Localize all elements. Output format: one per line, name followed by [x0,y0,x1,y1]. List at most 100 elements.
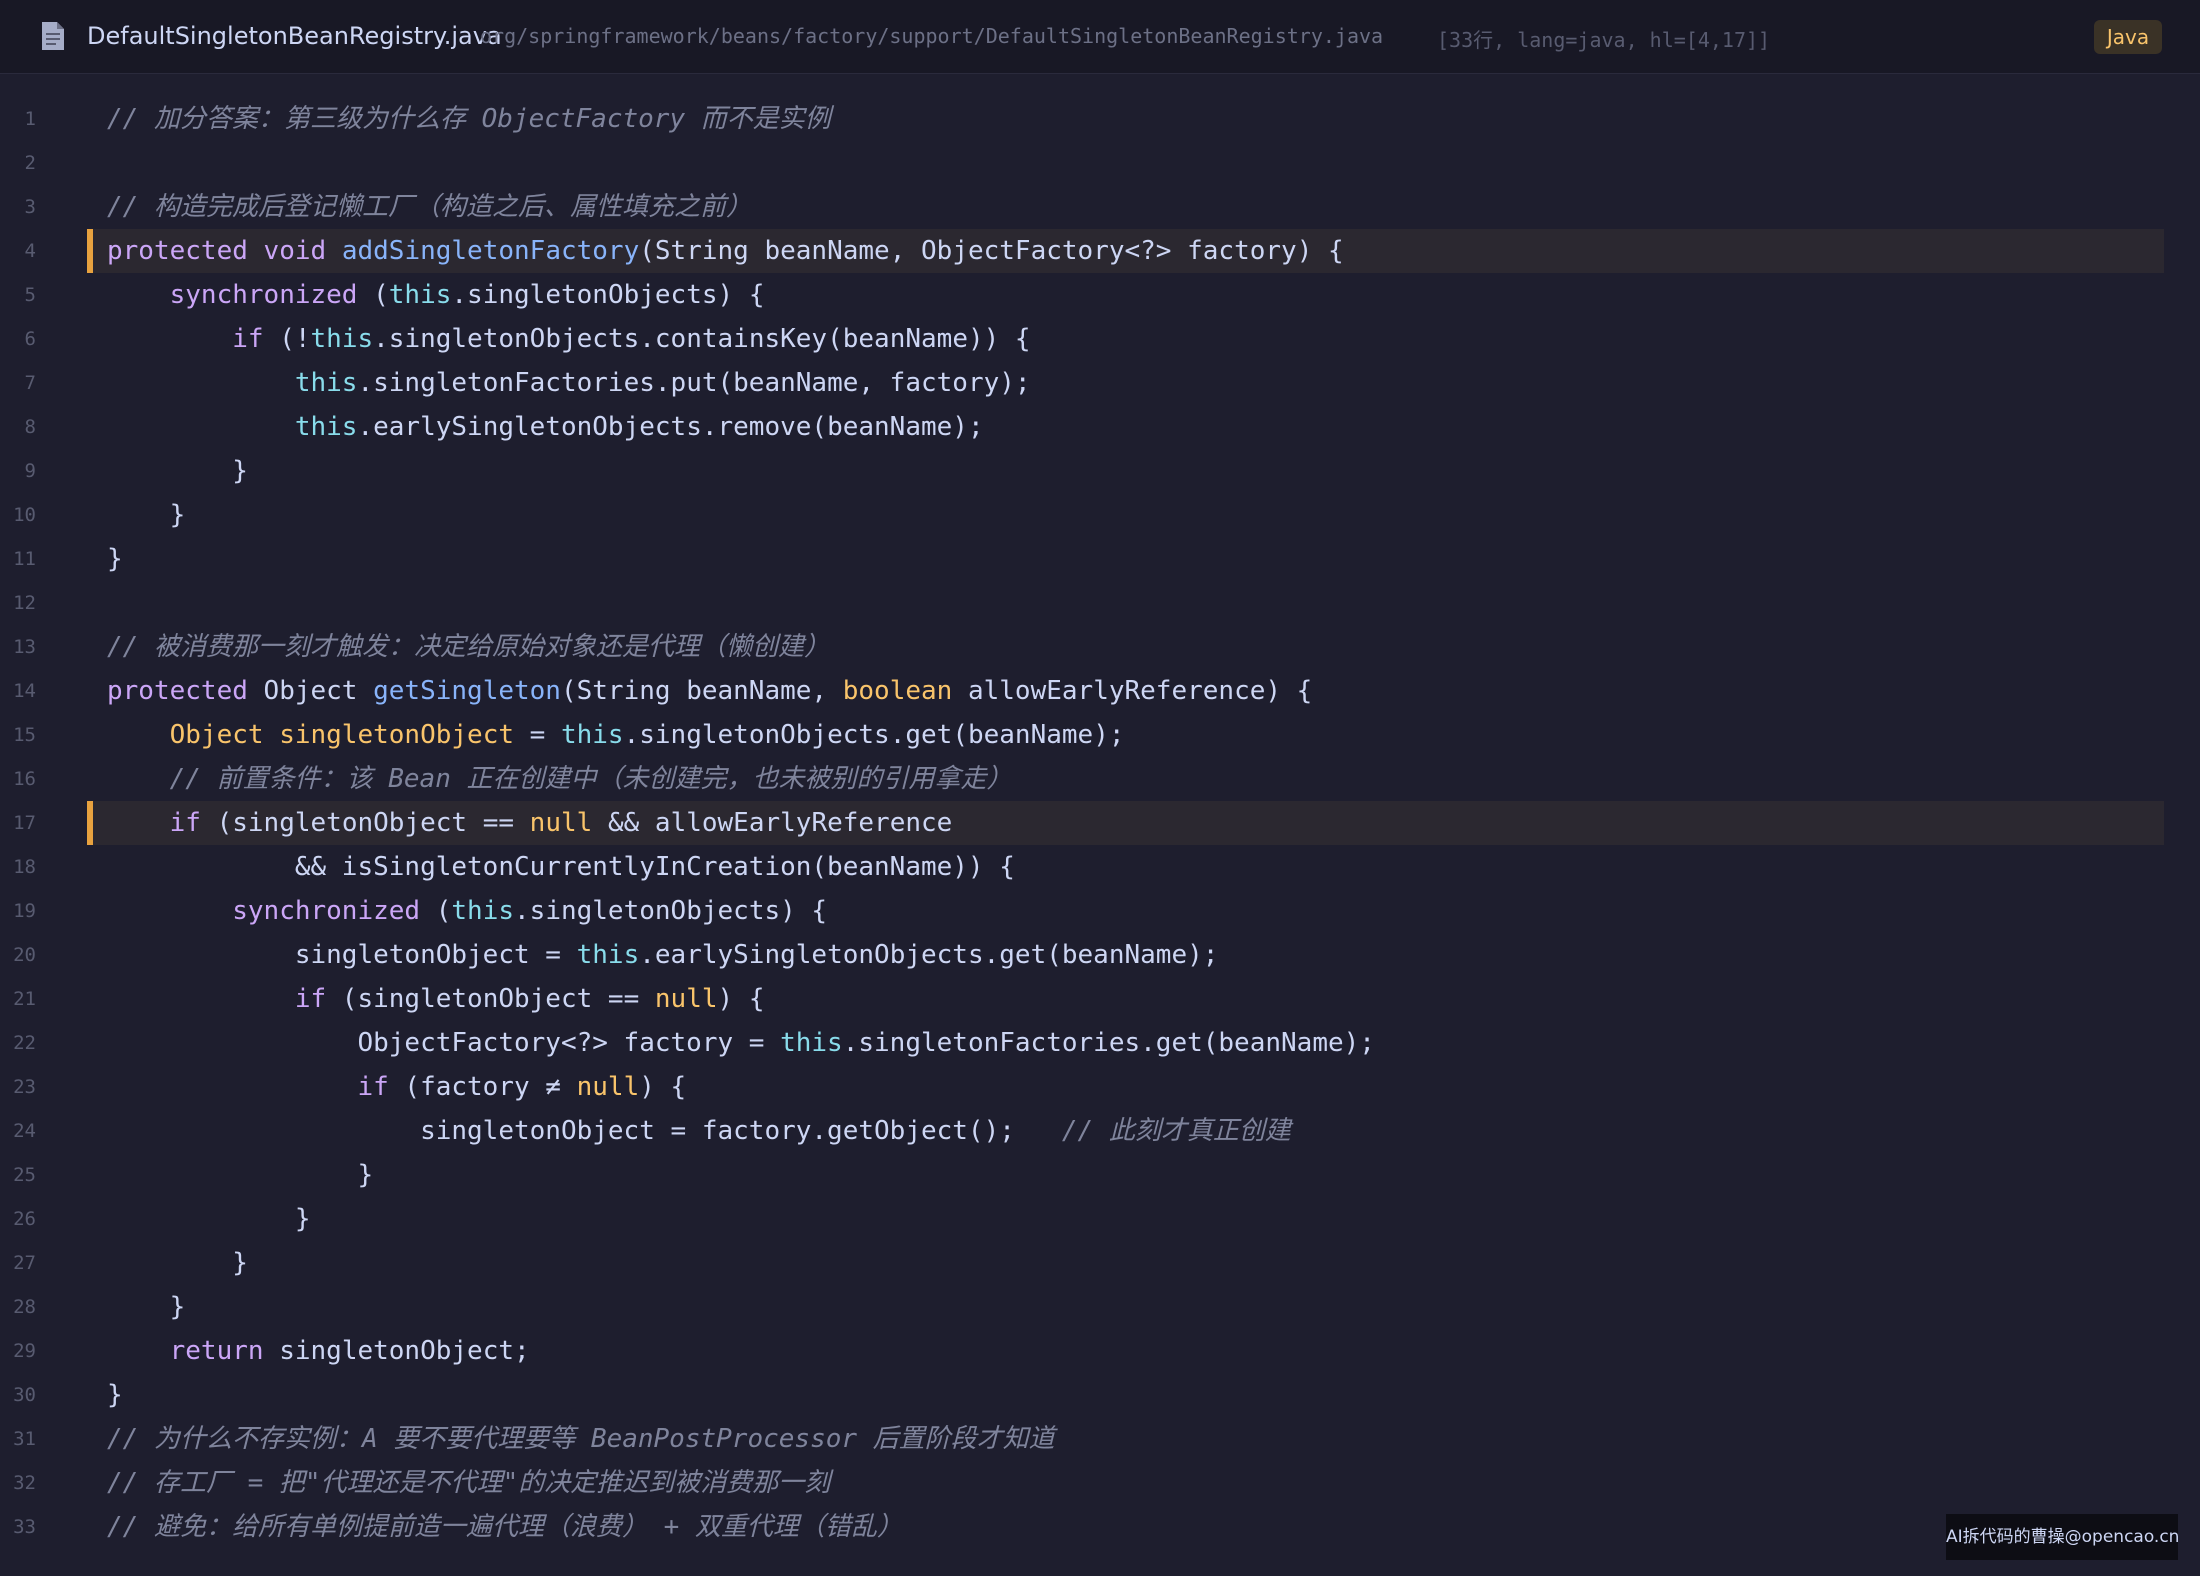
code-line: 17 if (singletonObject == null && allowE… [0,801,2200,845]
code-line: 18 && isSingletonCurrentlyInCreation(bea… [0,845,2200,889]
code-token: && isSingletonCurrentlyInCreation(beanNa… [107,852,1015,882]
code-text: // 避免：给所有单例提前造一遍代理（浪费） + 双重代理（错乱） [107,1505,903,1549]
code-token: this [294,412,358,442]
line-number: 27 [13,1252,36,1274]
code-token: // 存工厂 = 把"代理还是不代理"的决定推迟到被消费那一刻 [107,1468,831,1498]
code-line: 11} [0,537,2200,581]
code-line: 13 // 被消费那一刻才触发：决定给原始对象还是代理（懒创建） [0,625,2200,669]
code-token: this [388,280,452,310]
code-line: 5 synchronized (this.singletonObjects) { [0,273,2200,317]
code-token: ) { [639,1072,687,1102]
line-number: 23 [13,1076,36,1098]
code-token: // 避免：给所有单例提前造一遍代理（浪费） + 双重代理（错乱） [107,1512,903,1542]
line-number: 22 [13,1032,36,1054]
code-line: 7 this.singletonFactories.put(beanName, … [0,361,2200,405]
line-number: 16 [13,768,36,790]
code-line: 15 Object singletonObject = this.singlet… [0,713,2200,757]
code-token: null [654,984,718,1014]
code-token: .singletonObjects.get(beanName); [623,720,1125,750]
line-number: 32 [13,1472,36,1494]
code-text: if (!this.singletonObjects.containsKey(b… [107,317,1030,361]
code-token: .earlySingletonObjects.remove(beanName); [357,412,984,442]
code-token: (! [263,324,311,354]
line-number: 9 [24,460,36,482]
code-token: if [294,984,327,1014]
file-header: DefaultSingletonBeanRegistry.java org/sp… [0,0,2200,74]
line-number: 19 [13,900,36,922]
code-line: 29 return singletonObject; [0,1329,2200,1373]
code-token: return [169,1336,264,1366]
code-token: (String beanName, [560,676,843,706]
code-text: // 前置条件：该 Bean 正在创建中（未创建完，也未被别的引用拿走） [107,757,1013,801]
line-number: 31 [13,1428,36,1450]
code-token: void [263,236,327,266]
code-token: allowEarlyReference) { [952,676,1313,706]
code-token: } [107,1380,123,1410]
code-token: ( [357,280,389,310]
code-token: if [357,1072,389,1102]
code-line: 27 } [0,1241,2200,1285]
code-token: .earlySingletonObjects.get(beanName); [639,940,1219,970]
code-line: 14 protected Object getSingleton(String b… [0,669,2200,713]
code-text: // 存工厂 = 把"代理还是不代理"的决定推迟到被消费那一刻 [107,1461,830,1505]
code-text: ObjectFactory<?> factory = this.singleto… [107,1021,1375,1065]
code-line: 6 if (!this.singletonObjects.containsKey… [0,317,2200,361]
line-number: 29 [13,1340,36,1362]
code-editor[interactable]: 1// 加分答案：第三级为什么存 ObjectFactory 而不是实例 2 3//… [0,97,2200,1549]
code-token: null [529,808,593,838]
code-text: // 为什么不存实例：A 要不要代理要等 BeanPostProcessor 后… [107,1417,1055,1461]
code-line: 20 singletonObject = this.earlySingleton… [0,933,2200,977]
line-number: 11 [13,548,36,570]
code-token: (singletonObject == [200,808,530,838]
code-text: // 加分答案：第三级为什么存 ObjectFactory 而不是实例 [107,97,831,141]
line-number: 4 [24,240,36,262]
code-text: } [107,1153,373,1197]
code-token: singletonObject = [107,940,577,970]
line-number: 20 [13,944,36,966]
code-line: 25 } [0,1153,2200,1197]
code-line: 2 [0,141,2200,185]
line-number: 21 [13,988,36,1010]
code-line: 28 } [0,1285,2200,1329]
code-text: this.earlySingletonObjects.remove(beanNa… [107,405,984,449]
line-number: 12 [13,592,36,614]
document-icon [42,22,64,50]
code-token: Object singletonObject [169,720,514,750]
code-token: } [107,1292,186,1322]
code-token: } [107,1248,248,1278]
code-viewer-window: DefaultSingletonBeanRegistry.java org/sp… [0,0,2200,1576]
code-line: 4 protected void addSingletonFactory(Stri… [0,229,2200,273]
line-number: 24 [13,1120,36,1142]
code-token: ( [420,896,452,926]
code-text: if (factory ≠ null) { [107,1065,686,1109]
line-number: 10 [13,504,36,526]
code-token: if [169,808,201,838]
code-text: protected void addSingletonFactory(Strin… [107,229,1344,273]
code-token: .singletonFactories.put(beanName, factor… [357,368,1031,398]
watermark: AI拆代码的曹操@opencao.cn [1946,1514,2179,1560]
code-line: 12 [0,581,2200,625]
code-text: protected Object getSingleton(String bea… [107,669,1312,713]
code-line: 31 // 为什么不存实例：A 要不要代理要等 BeanPostProcessor… [0,1417,2200,1461]
line-number: 13 [13,636,36,658]
code-text: if (singletonObject == null) { [107,977,765,1021]
code-token: getSingleton [373,676,561,706]
code-text: if (singletonObject == null && allowEarl… [107,801,953,845]
code-token: // 被消费那一刻才触发：决定给原始对象还是代理（懒创建） [107,632,830,662]
code-token: protected [107,676,248,706]
line-number: 25 [13,1164,36,1186]
code-text: synchronized (this.singletonObjects) { [107,273,765,317]
line-number: 30 [13,1384,36,1406]
code-line: 9 } [0,449,2200,493]
code-token: .singletonFactories.get(beanName); [842,1028,1375,1058]
code-token: ) { [717,984,765,1014]
code-line: 23 if (factory ≠ null) { [0,1065,2200,1109]
code-token: synchronized [169,280,358,310]
code-token: } [107,1204,311,1234]
code-token: = [514,720,561,750]
